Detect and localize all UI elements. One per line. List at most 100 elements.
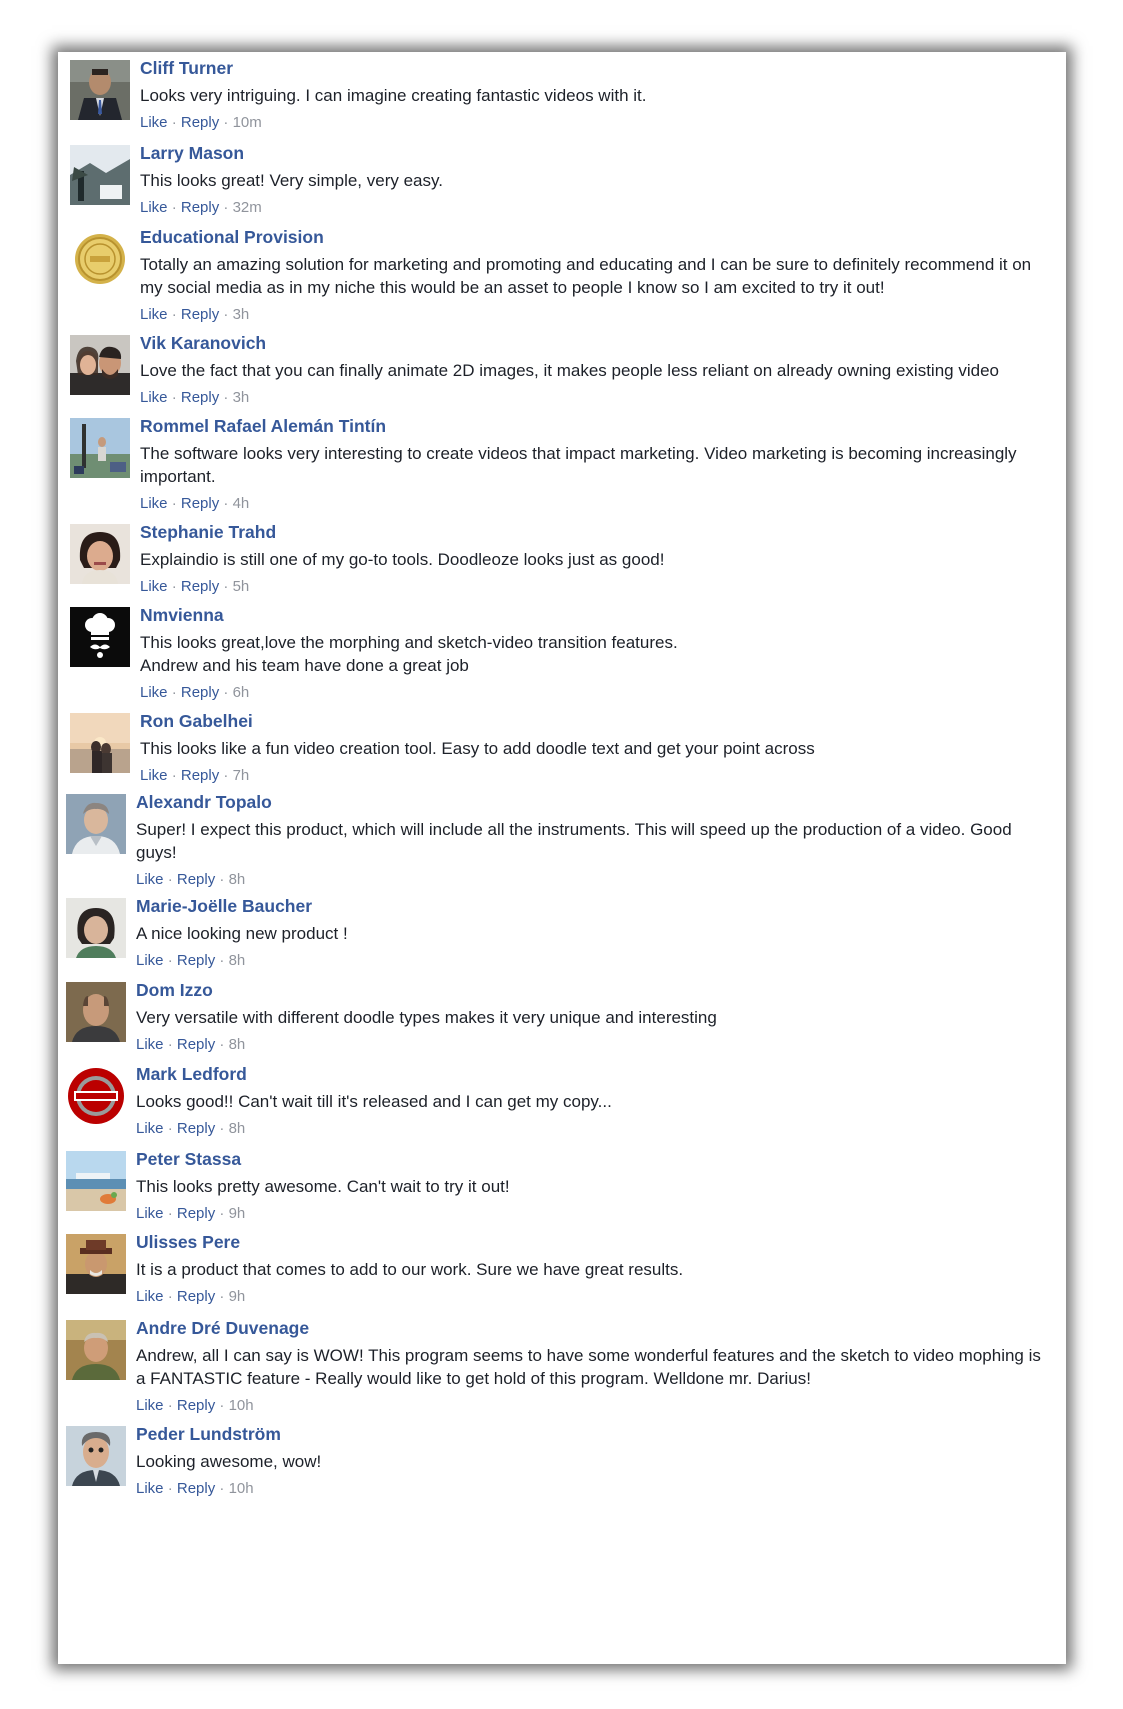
commenter-name[interactable]: Cliff Turner xyxy=(140,57,1046,79)
like-link[interactable]: Like xyxy=(136,1036,164,1053)
separator: · xyxy=(215,1288,229,1305)
comments-panel: Cliff Turner Looks very intriguing. I ca… xyxy=(58,52,1066,1664)
avatar-woman[interactable] xyxy=(70,524,130,584)
like-link[interactable]: Like xyxy=(136,1480,164,1497)
like-link[interactable]: Like xyxy=(136,1397,164,1414)
like-link[interactable]: Like xyxy=(140,578,168,595)
avatar-outdoor-image xyxy=(70,418,130,478)
like-link[interactable]: Like xyxy=(140,114,168,131)
like-link[interactable]: Like xyxy=(136,1288,164,1305)
separator: · xyxy=(167,306,181,323)
reply-link[interactable]: Reply xyxy=(177,1288,215,1305)
separator: · xyxy=(215,871,229,888)
like-link[interactable]: Like xyxy=(140,389,168,406)
comment-body: Alexandr Topalo Super! I expect this pro… xyxy=(136,792,1046,890)
comment-timestamp: 9h xyxy=(228,1288,246,1305)
separator: · xyxy=(215,1120,229,1137)
commenter-name[interactable]: Ron Gabelhei xyxy=(140,710,1046,732)
comment-timestamp: 3h xyxy=(232,306,250,323)
like-link[interactable]: Like xyxy=(136,871,164,888)
separator: · xyxy=(215,1036,229,1053)
comment-body: Marie-Joëlle Baucher A nice looking new … xyxy=(136,896,1046,971)
reply-link[interactable]: Reply xyxy=(181,495,219,512)
avatar-man-hat[interactable] xyxy=(66,1234,126,1294)
comment-actions: Like · Reply · 10h xyxy=(136,1479,1046,1499)
reply-link[interactable]: Reply xyxy=(181,306,219,323)
reply-link[interactable]: Reply xyxy=(177,871,215,888)
comment-text: Andrew, all I can say is WOW! This progr… xyxy=(136,1346,1041,1388)
separator: · xyxy=(167,767,181,784)
avatar-couple[interactable] xyxy=(70,335,130,395)
separator: · xyxy=(215,1397,229,1414)
comment-text: Super! I expect this product, which will… xyxy=(136,820,1012,862)
reply-link[interactable]: Reply xyxy=(181,684,219,701)
reply-link[interactable]: Reply xyxy=(177,1397,215,1414)
like-link[interactable]: Like xyxy=(136,952,164,969)
separator: · xyxy=(163,1036,177,1053)
comment-timestamp: 10m xyxy=(232,114,262,131)
comment-actions: Like · Reply · 3h xyxy=(140,305,1046,325)
reply-link[interactable]: Reply xyxy=(177,1036,215,1053)
comment-timestamp: 8h xyxy=(228,871,246,888)
avatar-man-outdoor-image xyxy=(66,1320,126,1380)
avatar-sunset-image xyxy=(70,713,130,773)
commenter-name[interactable]: Alexandr Topalo xyxy=(136,791,1046,813)
reply-link[interactable]: Reply xyxy=(177,1120,215,1137)
like-link[interactable]: Like xyxy=(140,767,168,784)
commenter-name[interactable]: Mark Ledford xyxy=(136,1063,1046,1085)
comment-text: This looks like a fun video creation too… xyxy=(140,739,815,758)
avatar-woman-dark[interactable] xyxy=(66,898,126,958)
commenter-name[interactable]: Peter Stassa xyxy=(136,1148,1046,1170)
like-link[interactable]: Like xyxy=(136,1205,164,1222)
avatar-ohio-state-logo[interactable] xyxy=(66,1066,126,1126)
reply-link[interactable]: Reply xyxy=(181,767,219,784)
avatar-man-cartoon[interactable] xyxy=(66,1426,126,1486)
commenter-name[interactable]: Vik Karanovich xyxy=(140,332,1046,354)
commenter-name[interactable]: Stephanie Trahd xyxy=(140,521,1046,543)
avatar-man-outdoor[interactable] xyxy=(66,1320,126,1380)
avatar-outdoor[interactable] xyxy=(70,418,130,478)
reply-link[interactable]: Reply xyxy=(177,952,215,969)
comment-body: Peder Lundström Looking awesome, wow! Li… xyxy=(136,1424,1046,1499)
comment-actions: Like · Reply · 5h xyxy=(140,577,1046,597)
avatar-landscape[interactable] xyxy=(70,145,130,205)
reply-link[interactable]: Reply xyxy=(181,114,219,131)
like-link[interactable]: Like xyxy=(140,199,168,216)
reply-link[interactable]: Reply xyxy=(177,1205,215,1222)
avatar-man-suit[interactable] xyxy=(70,60,130,120)
comment-timestamp: 5h xyxy=(232,578,250,595)
avatar-beach[interactable] xyxy=(66,1151,126,1211)
avatar-man-bald[interactable] xyxy=(66,982,126,1042)
like-link[interactable]: Like xyxy=(140,306,168,323)
commenter-name[interactable]: Nmvienna xyxy=(140,604,1046,626)
avatar-man-grey[interactable] xyxy=(66,794,126,854)
avatar-sunset[interactable] xyxy=(70,713,130,773)
comment-timestamp: 3h xyxy=(232,389,250,406)
commenter-name[interactable]: Peder Lundström xyxy=(136,1423,1046,1445)
comment-text: It is a product that comes to add to our… xyxy=(136,1260,684,1279)
commenter-name[interactable]: Ulisses Pere xyxy=(136,1231,1046,1253)
avatar-woman-dark-image xyxy=(66,898,126,958)
comment-timestamp: 8h xyxy=(228,952,246,969)
commenter-name[interactable]: Educational Provision xyxy=(140,226,1046,248)
like-link[interactable]: Like xyxy=(140,495,168,512)
commenter-name[interactable]: Larry Mason xyxy=(140,142,1046,164)
avatar-chef-icon[interactable] xyxy=(70,607,130,667)
commenter-name[interactable]: Andre Dré Duvenage xyxy=(136,1317,1046,1339)
reply-link[interactable]: Reply xyxy=(177,1480,215,1497)
avatar-man-hat-image xyxy=(66,1234,126,1294)
reply-link[interactable]: Reply xyxy=(181,578,219,595)
separator: · xyxy=(163,1205,177,1222)
like-link[interactable]: Like xyxy=(136,1120,164,1137)
commenter-name[interactable]: Dom Izzo xyxy=(136,979,1046,1001)
reply-link[interactable]: Reply xyxy=(181,199,219,216)
comment-timestamp: 10h xyxy=(228,1480,254,1497)
like-link[interactable]: Like xyxy=(140,684,168,701)
comment-body: Larry Mason This looks great! Very simpl… xyxy=(140,143,1046,218)
avatar-gold-seal[interactable] xyxy=(70,229,130,289)
commenter-name[interactable]: Marie-Joëlle Baucher xyxy=(136,895,1046,917)
reply-link[interactable]: Reply xyxy=(181,389,219,406)
comment-actions: Like · Reply · 8h xyxy=(136,870,1046,890)
commenter-name[interactable]: Rommel Rafael Alemán Tintín xyxy=(140,415,1046,437)
comment-body: Nmvienna This looks great,love the morph… xyxy=(140,605,1046,703)
